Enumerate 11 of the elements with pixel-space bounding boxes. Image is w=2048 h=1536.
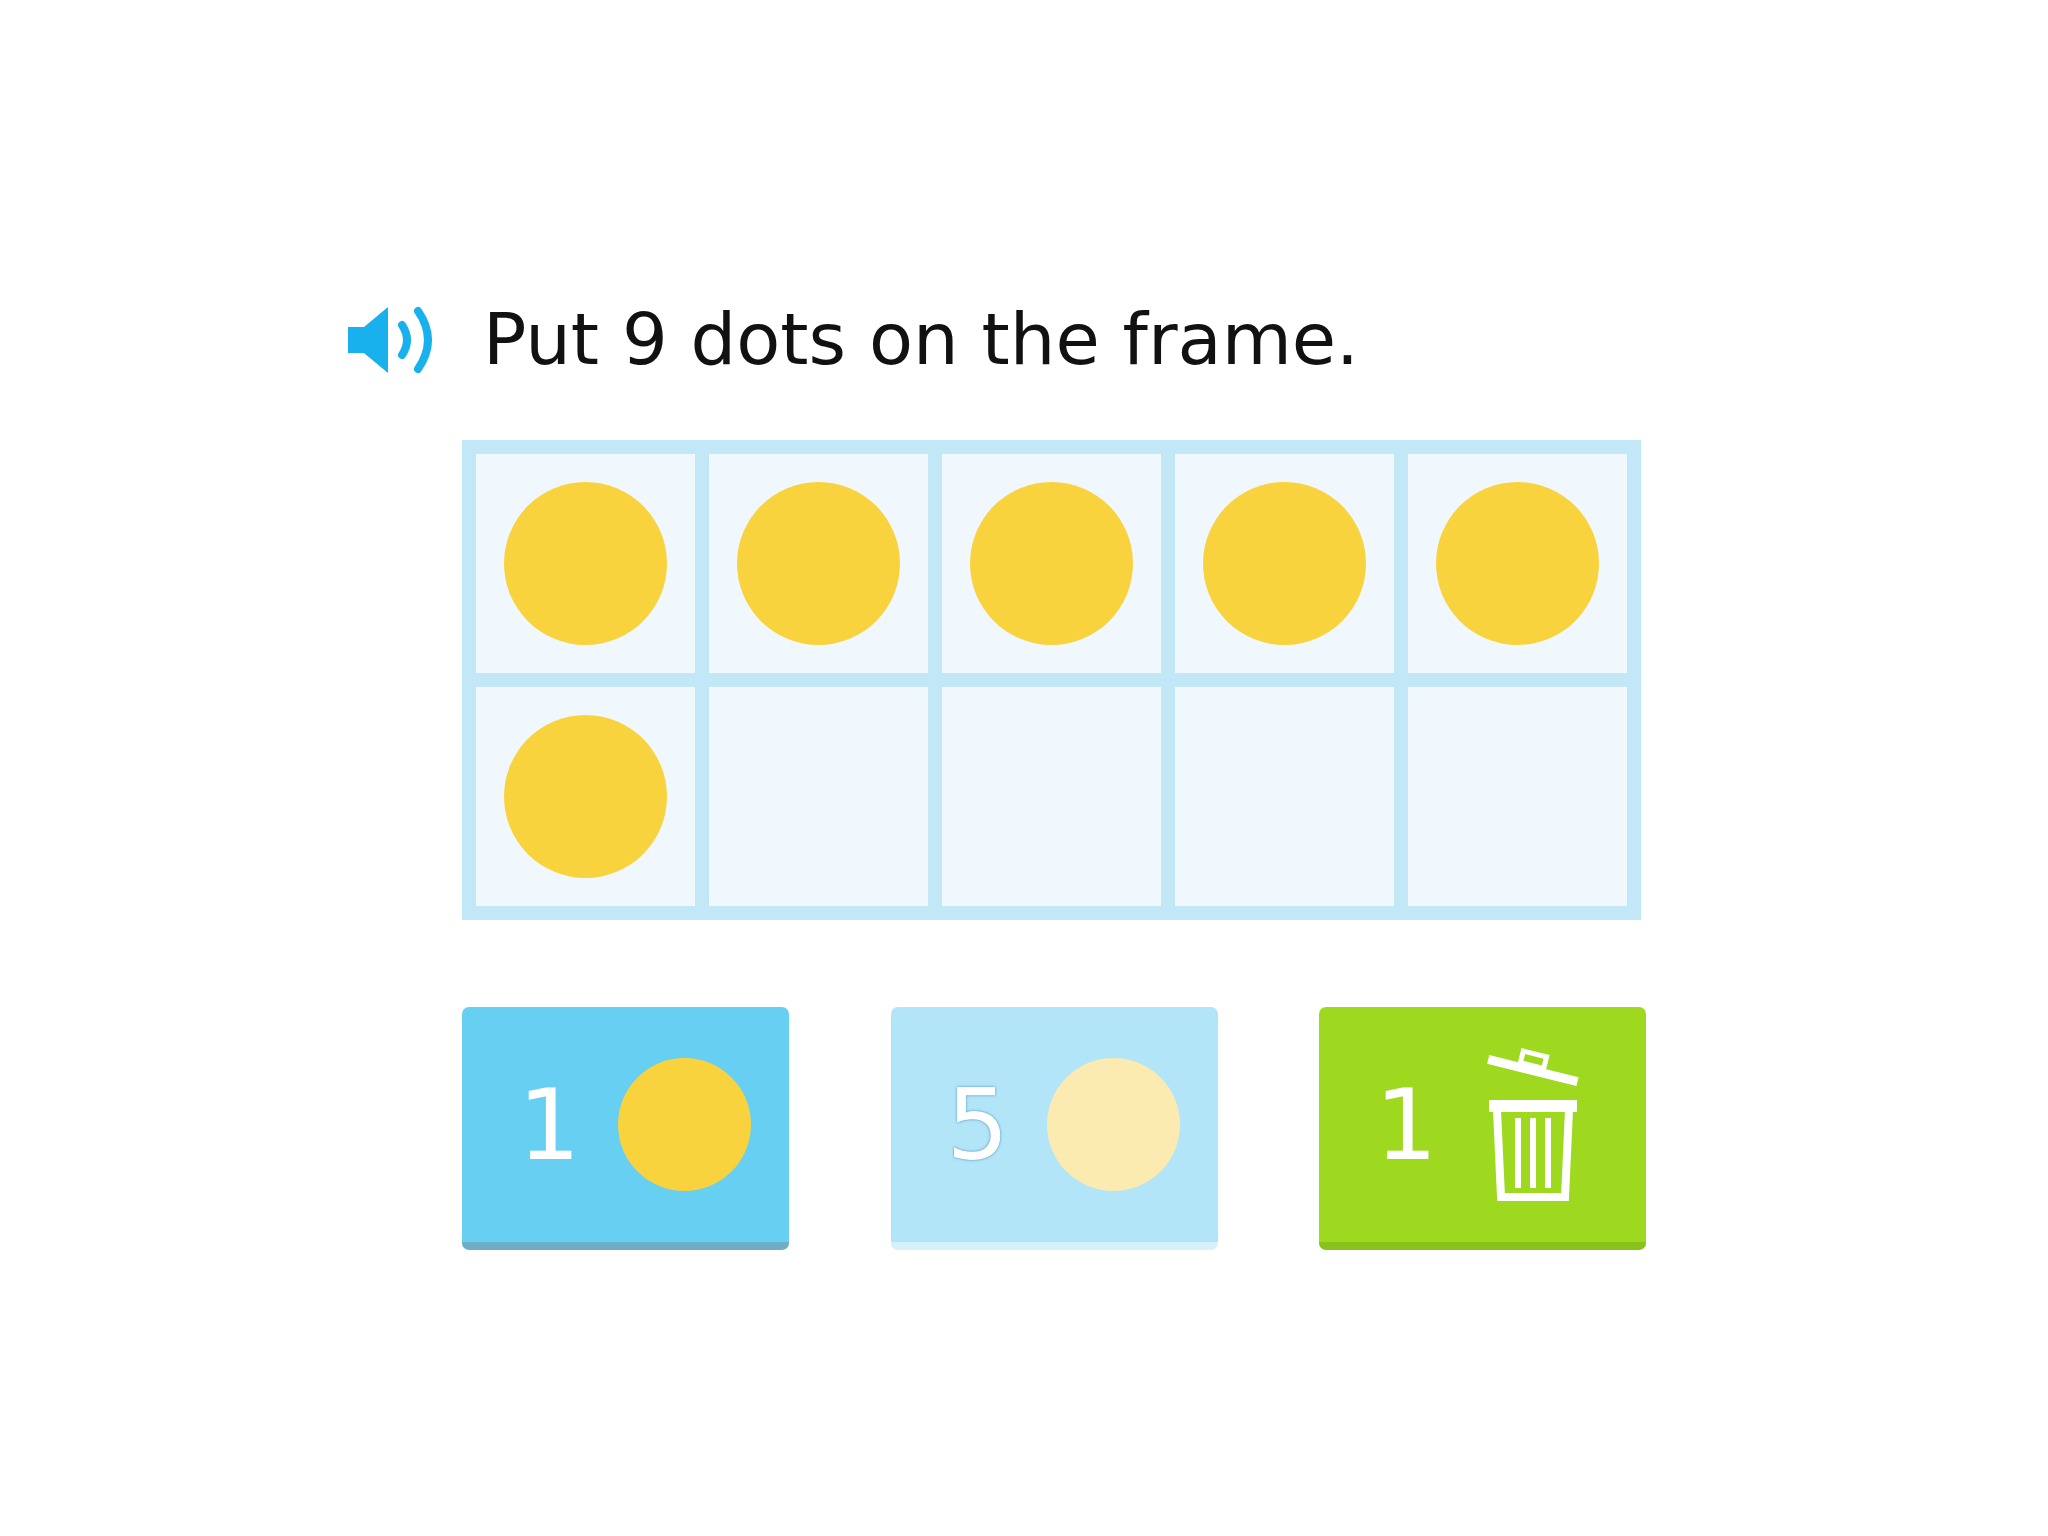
dot-icon: [1046, 1058, 1180, 1191]
remove-dot-button[interactable]: 1: [1319, 1007, 1646, 1250]
add-dots-button[interactable]: 1: [462, 1007, 789, 1250]
dot-icon: [618, 1058, 752, 1191]
dot-icon: [504, 715, 667, 878]
question-prompt: Put 9 dots on the frame.: [483, 300, 1359, 380]
dot-icon: [970, 482, 1133, 645]
dot-icon: [1436, 482, 1599, 645]
dot-icon: [504, 482, 667, 645]
dot-icon: [1203, 482, 1366, 645]
dot-icon: [737, 482, 900, 645]
